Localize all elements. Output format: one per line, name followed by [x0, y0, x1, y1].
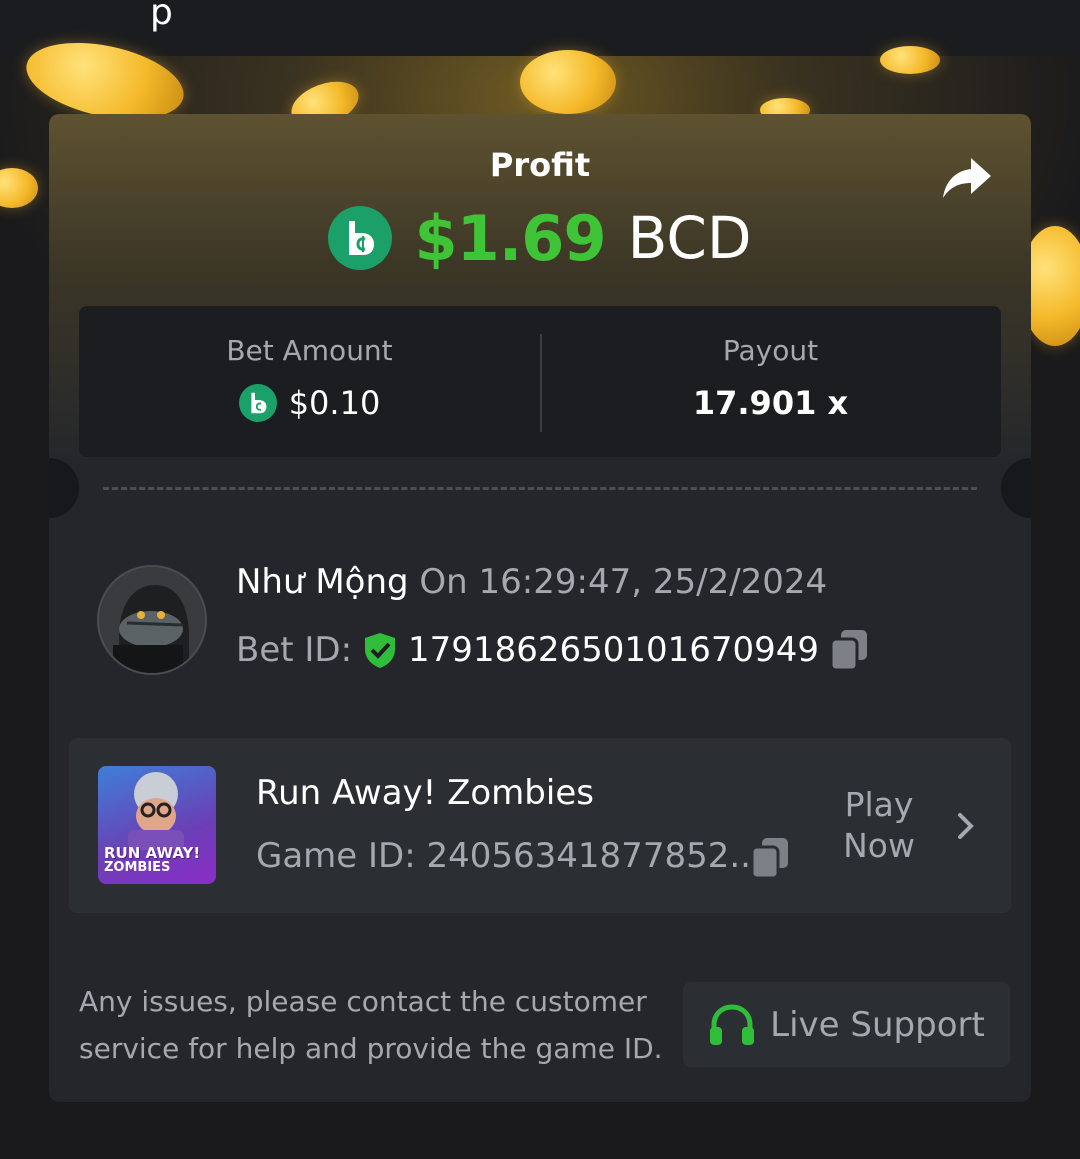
ticket-notch-right — [1001, 458, 1031, 518]
profit-label: Profit — [489, 146, 591, 184]
coin-decoration — [880, 46, 940, 74]
bet-amount-label: Bet Amount — [226, 334, 393, 367]
bet-details-card: Profit $1.69 BCD Bet Amount $0.10 Payout… — [49, 114, 1031, 1102]
game-title: Run Away! Zombies — [256, 773, 594, 813]
avatar[interactable] — [97, 565, 207, 675]
profit-row: $1.69 BCD — [49, 201, 1031, 275]
profit-header: Profit $1.69 BCD Bet Amount $0.10 Payout… — [49, 114, 1031, 459]
support-note-line2: service for help and provide the game ID… — [79, 1032, 663, 1065]
game-thumbnail[interactable]: RUN AWAY! ZOMBIES — [98, 766, 216, 884]
bet-id-label: Bet ID: — [236, 630, 353, 670]
ticket-notch-left — [49, 458, 79, 518]
bet-id-value: 1791862650101670949 — [408, 630, 820, 670]
bet-amount-value: $0.10 — [288, 384, 381, 422]
bet-user-line: Như Mộng On 16:29:47, 25/2/2024 — [236, 562, 827, 602]
support-note-line1: Any issues, please contact the customer — [79, 985, 647, 1018]
copy-icon[interactable] — [829, 628, 869, 672]
headset-icon — [710, 1003, 755, 1045]
play-now-line1: Play — [844, 785, 914, 824]
bet-amount-section: Bet Amount $0.10 — [79, 306, 540, 457]
shield-check-icon — [365, 633, 396, 668]
payout-section: Payout 17.901 x — [540, 306, 1001, 457]
game-info-box[interactable]: RUN AWAY! ZOMBIES Run Away! Zombies Game… — [69, 738, 1011, 913]
user-name[interactable]: Như Mộng — [236, 562, 409, 602]
support-note: Any issues, please contact the customer … — [79, 978, 679, 1072]
profit-currency: BCD — [627, 204, 752, 272]
share-icon[interactable] — [941, 156, 993, 200]
play-now-line2: Now — [843, 826, 915, 865]
bcd-coin-icon — [328, 206, 393, 270]
copy-icon[interactable] — [750, 836, 790, 880]
live-support-button[interactable]: Live Support — [683, 982, 1010, 1067]
page-title-partial: p — [150, 0, 173, 33]
profit-amount: $1.69 — [414, 201, 606, 275]
thumb-subtitle: ZOMBIES — [104, 860, 171, 875]
bet-stats: Bet Amount $0.10 Payout 17.901 x — [79, 306, 1001, 457]
game-id: Game ID: 24056341877852... — [256, 836, 762, 876]
coin-decoration — [0, 168, 38, 208]
play-now-button[interactable]: Play Now — [829, 784, 929, 866]
bet-timestamp: On 16:29:47, 25/2/2024 — [419, 562, 828, 602]
live-support-label: Live Support — [770, 1004, 985, 1045]
bcd-coin-icon — [238, 384, 277, 422]
chevron-right-icon[interactable] — [956, 812, 976, 840]
bet-id-line: Bet ID: 1791862650101670949 — [236, 628, 869, 672]
dashed-divider — [103, 487, 977, 490]
payout-label: Payout — [722, 334, 819, 367]
payout-value: 17.901 x — [692, 384, 849, 422]
coin-decoration — [520, 50, 616, 114]
bet-amount-row: $0.10 — [79, 384, 540, 422]
